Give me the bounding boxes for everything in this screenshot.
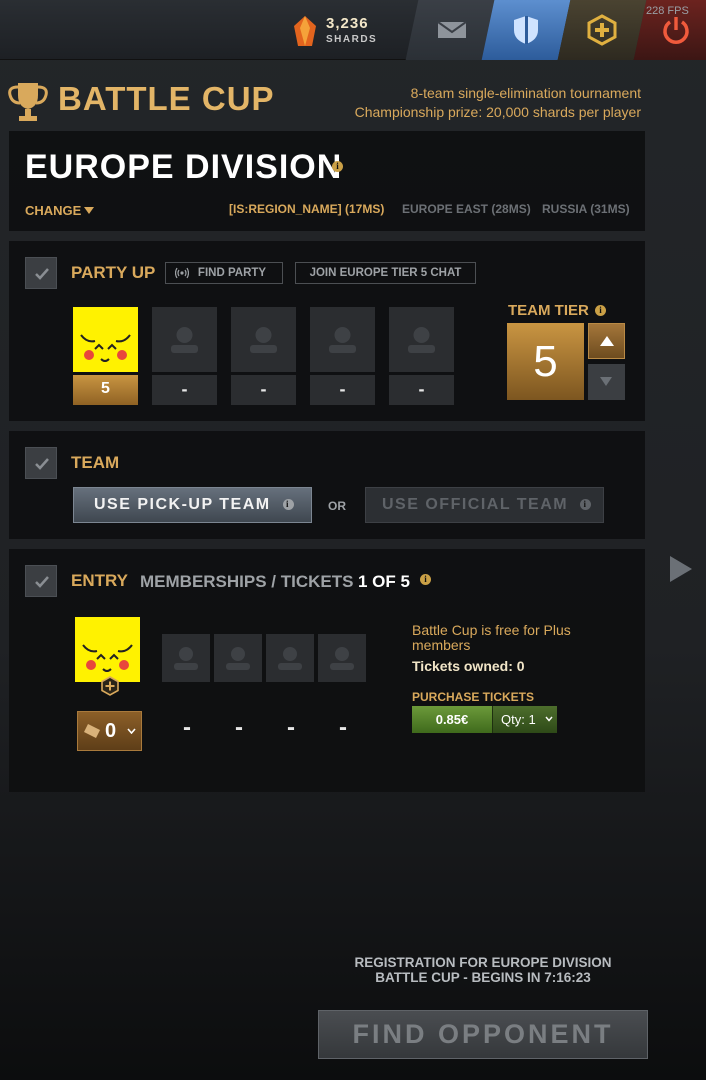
region-option[interactable]: EUROPE EAST (28MS): [402, 202, 531, 216]
registration-countdown: BATTLE CUP - BEGINS IN 7:16:23: [375, 970, 591, 985]
entry-count: 1 OF 5: [358, 572, 410, 591]
purchase-tickets-label: PURCHASE TICKETS: [412, 690, 535, 704]
info-icon[interactable]: i: [332, 161, 343, 172]
info-icon[interactable]: i: [420, 574, 431, 585]
plus-icon: [587, 14, 617, 46]
member-ticket-slot: [162, 634, 210, 682]
official-team-label: USE OFFICIAL TEAM: [382, 496, 569, 513]
change-division-button[interactable]: CHANGE: [25, 203, 81, 218]
player-tier: 5: [73, 375, 138, 405]
empty-party-slot[interactable]: [231, 307, 296, 372]
join-chat-button[interactable]: JOIN EUROPE TIER 5 CHAT: [295, 262, 476, 284]
ticket-count: 0: [105, 720, 117, 742]
region-option[interactable]: RUSSIA (31MS): [542, 202, 630, 216]
tier-down-button[interactable]: [588, 364, 625, 400]
empty-party-slot[interactable]: [152, 307, 217, 372]
member-ticket-slot: [214, 634, 262, 682]
team-checkbox[interactable]: [25, 447, 57, 479]
find-party-button[interactable]: FIND PARTY: [165, 262, 283, 284]
info-icon[interactable]: i: [580, 499, 592, 510]
tier-up-button[interactable]: [588, 323, 625, 359]
sword-shield-icon: [514, 16, 538, 44]
person-icon: [329, 327, 356, 353]
tickets-owned: Tickets owned: 0: [412, 658, 525, 674]
find-party-label: FIND PARTY: [197, 267, 267, 279]
buy-ticket-button[interactable]: 0.85€: [412, 706, 492, 733]
quantity-select[interactable]: Qty: 1: [492, 706, 557, 733]
member-ticket-status: -: [235, 714, 243, 741]
member-ticket-slot: [266, 634, 314, 682]
party-section-title: PARTY UP: [71, 263, 156, 282]
person-icon: [408, 327, 435, 353]
check-icon: [35, 576, 49, 588]
check-icon: [35, 268, 49, 280]
person-icon: [278, 647, 302, 670]
triangle-down-icon: [600, 377, 612, 386]
person-icon: [330, 647, 354, 670]
chevron-down-icon: [127, 728, 136, 734]
page-title: BATTLE CUP: [58, 80, 275, 117]
member-ticket-status: -: [183, 714, 191, 741]
find-opponent-button[interactable]: FIND OPPONENT: [318, 1010, 648, 1059]
plus-free-note: Battle Cup is free for Plus members: [412, 622, 571, 653]
check-icon: [35, 458, 49, 470]
tournament-format: 8-team single-elimination tournament: [410, 85, 641, 101]
player-tier: -: [152, 375, 217, 405]
entry-subtitle: MEMBERSHIPS / TICKETS: [140, 572, 354, 591]
shards-count: 3,236: [326, 15, 369, 32]
person-icon: [174, 647, 198, 670]
division-title: EUROPE DIVISION: [25, 148, 343, 186]
party-checkbox[interactable]: [25, 257, 57, 289]
chevron-down-icon: [545, 716, 553, 722]
person-icon: [250, 327, 277, 353]
team-tier-value: 5: [507, 323, 584, 400]
trophy-icon: [8, 83, 48, 121]
fps-counter: 228 FPS: [646, 5, 689, 17]
entry-section-title: ENTRY: [71, 571, 128, 590]
ticket-icon: [84, 724, 100, 738]
empty-party-slot[interactable]: [310, 307, 375, 372]
team-section-title: TEAM: [71, 453, 120, 472]
registration-status: REGISTRATION FOR EUROPE DIVISION BATTLE …: [340, 955, 626, 985]
player-tier: -: [231, 375, 296, 405]
pikachu-avatar-image: [82, 644, 133, 672]
tournament-description: 8-team single-elimination tournament Cha…: [355, 84, 641, 122]
mail-icon: [437, 21, 467, 38]
member-ticket-slot: [318, 634, 366, 682]
next-page-arrow-icon[interactable]: [670, 556, 692, 582]
quantity-value: Qty: 1: [501, 712, 536, 727]
avatar[interactable]: [75, 617, 140, 682]
use-pickup-team-button[interactable]: USE PICK-UP TEAM i: [73, 487, 312, 523]
use-official-team-button[interactable]: USE OFFICIAL TEAM i: [365, 487, 604, 523]
plus-badge-icon: [101, 676, 119, 696]
person-icon: [171, 327, 198, 353]
info-icon[interactable]: i: [282, 499, 294, 510]
shard-gem-icon: [294, 16, 316, 46]
pikachu-avatar-image: [80, 334, 131, 362]
ticket-selector[interactable]: 0: [77, 711, 142, 751]
registration-line: REGISTRATION FOR EUROPE DIVISION: [354, 955, 612, 970]
shards-label: SHARDS: [326, 34, 378, 45]
member-ticket-status: -: [287, 714, 295, 741]
or-label: OR: [328, 499, 346, 513]
player-tier: -: [310, 375, 375, 405]
chevron-down-icon: [84, 207, 94, 214]
player-tier: -: [389, 375, 454, 405]
power-icon: [663, 17, 689, 44]
avatar[interactable]: [73, 307, 138, 372]
championship-prize: Championship prize: 20,000 shards per pl…: [354, 104, 641, 120]
info-icon[interactable]: i: [595, 305, 606, 316]
pickup-team-label: USE PICK-UP TEAM: [94, 496, 271, 513]
region-option[interactable]: [IS:REGION_NAME] (17MS): [229, 202, 384, 216]
person-icon: [226, 647, 250, 670]
team-tier-label: TEAM TIER: [508, 302, 589, 319]
entry-checkbox[interactable]: [25, 565, 57, 597]
triangle-up-icon: [600, 336, 614, 346]
empty-party-slot[interactable]: [389, 307, 454, 372]
member-ticket-status: -: [339, 714, 347, 741]
broadcast-icon: [175, 267, 189, 279]
